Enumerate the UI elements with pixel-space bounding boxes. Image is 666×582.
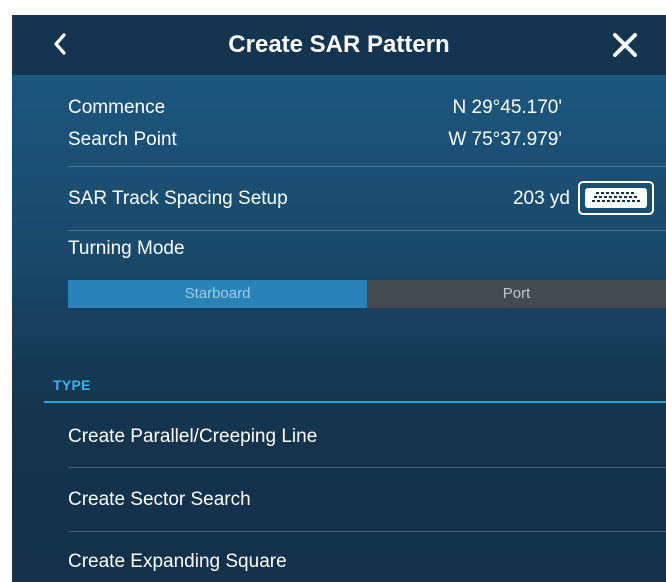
divider [68, 230, 666, 231]
turning-mode-port[interactable]: Port [367, 280, 666, 308]
close-button[interactable] [610, 30, 640, 60]
page-title: Create SAR Pattern [228, 31, 450, 58]
track-spacing-value: 203 yd [512, 188, 570, 209]
track-spacing-label: SAR Track Spacing Setup [68, 188, 288, 209]
divider [68, 467, 666, 468]
back-button[interactable] [46, 29, 76, 59]
turning-mode-label: Turning Mode [68, 238, 185, 259]
title-bar: Create SAR Pattern [12, 15, 666, 75]
commence-latitude[interactable]: N 29°45.170' [453, 97, 562, 119]
divider [68, 166, 666, 167]
commence-label-line2: Search Point [68, 129, 177, 150]
turning-mode-starboard[interactable]: Starboard [68, 280, 367, 308]
sar-pattern-screen: Create SAR Pattern Commence Search Point… [12, 15, 666, 582]
chevron-left-icon [54, 33, 66, 55]
divider [68, 531, 666, 532]
create-sector-search-item[interactable]: Create Sector Search [68, 489, 251, 511]
keyboard-icon [585, 188, 647, 208]
create-expanding-square-item[interactable]: Create Expanding Square [68, 551, 287, 573]
commence-label-line1: Commence [68, 97, 166, 118]
type-section-header: TYPE [53, 377, 91, 393]
keyboard-button[interactable] [578, 181, 654, 215]
close-x-icon [613, 33, 637, 57]
commence-longitude[interactable]: W 75°37.979' [448, 129, 562, 151]
section-divider [44, 401, 666, 403]
create-parallel-creeping-line-item[interactable]: Create Parallel/Creeping Line [68, 426, 317, 448]
